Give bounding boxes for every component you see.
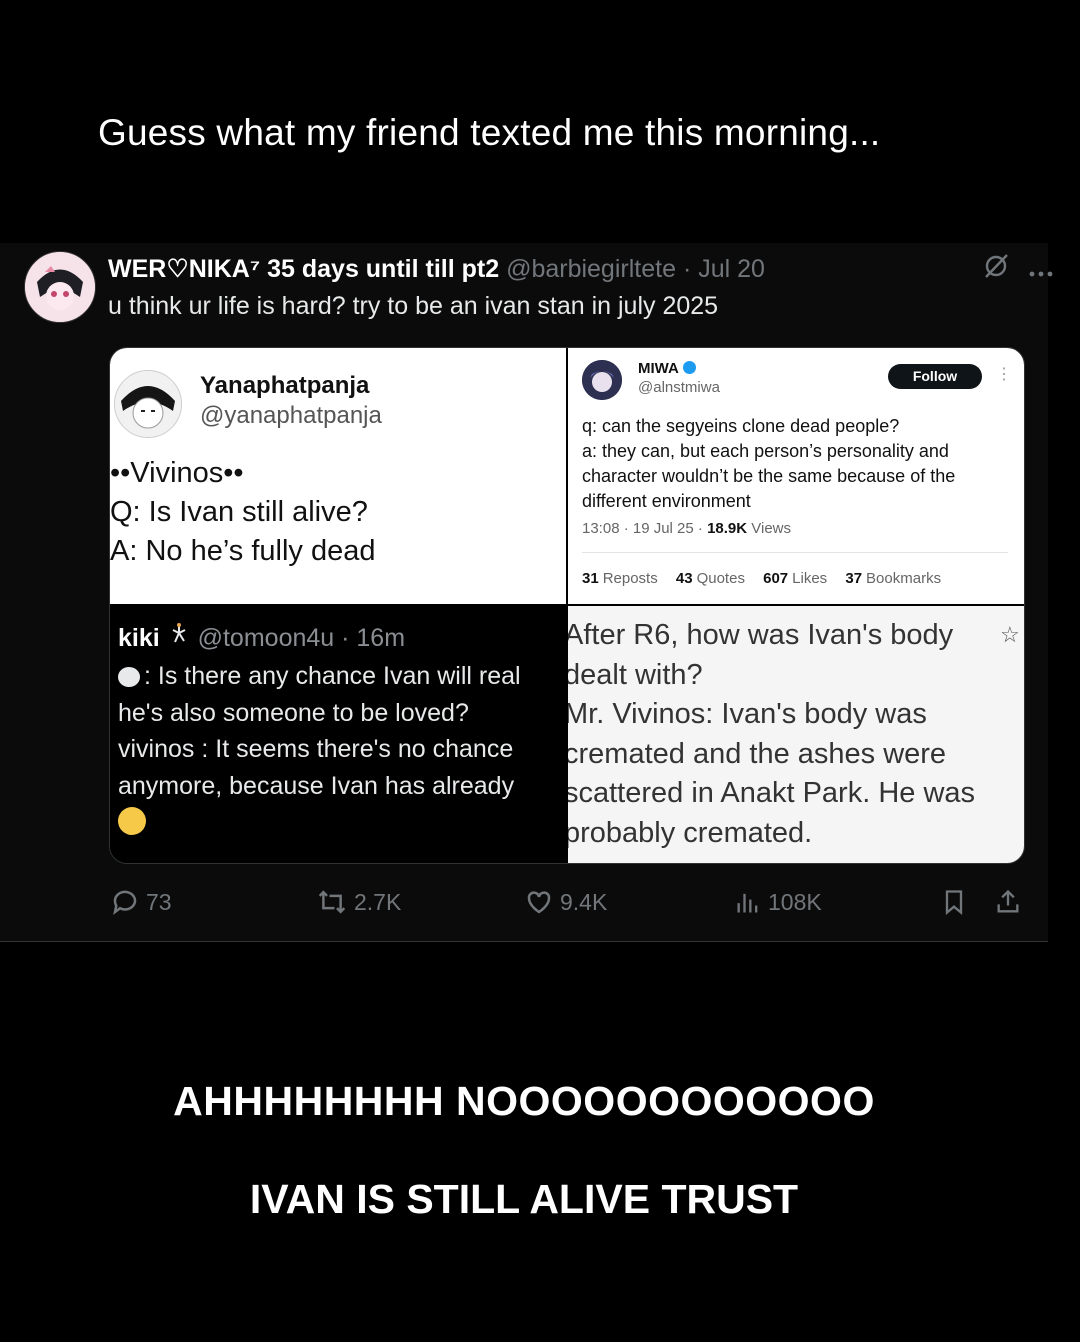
media-panel-kiki[interactable]: kiki @tomoon4u · 16m : Is there any chan…	[110, 606, 566, 863]
stat-likes: 607 Likes	[763, 570, 828, 587]
repost-icon	[318, 890, 346, 914]
views-button[interactable]: 108K	[734, 887, 822, 917]
share-icon	[997, 889, 1019, 913]
reply-count: 73	[146, 888, 172, 915]
shout-caption: AHHHHHHHH NOOOOOOOOOOOO	[173, 1078, 875, 1124]
header-icons	[982, 252, 1054, 287]
media-panel-translation[interactable]: After R6, how was Ivan's body dealt with…	[568, 606, 1024, 863]
panel4-line: Mr. Vivinos: Ivan's body was	[568, 698, 927, 730]
laughing-emoji-icon	[118, 807, 146, 835]
panel3-line	[118, 804, 521, 841]
views-icon	[737, 893, 758, 913]
panel1-line: ••Vivinos••	[110, 457, 244, 489]
panel4-text: After R6, how was Ivan's body dealt with…	[568, 616, 975, 853]
verified-icon	[682, 361, 696, 374]
panel1-line: Q: Is Ivan still alive?	[110, 496, 368, 528]
top-caption: Guess what my friend texted me this morn…	[98, 112, 881, 153]
tweet-actions: 73 2.7K 9.4K 108K	[0, 887, 1048, 921]
panel4-line: probably cremated.	[568, 816, 813, 849]
panel2-text: q: can the segyeins clone dead people? a…	[582, 414, 1012, 514]
speech-bubble-icon	[118, 667, 140, 687]
author-name[interactable]: WER♡NIKA⁷ 35 days until till pt2	[108, 255, 499, 283]
reply-button[interactable]: 73	[110, 887, 172, 917]
panel2-more-icon[interactable]: ⋮	[996, 364, 1012, 384]
tweet-media-grid[interactable]: Yanaphatpanja @yanaphatpanja ••Vivinos••…	[109, 347, 1025, 864]
follow-button[interactable]: Follow	[888, 364, 982, 389]
repost-button[interactable]: 2.7K	[316, 887, 401, 917]
panel2-timestamp: 13:08 · 19 Jul 25 · 18.9K Views	[582, 520, 792, 537]
like-count: 9.4K	[560, 888, 608, 915]
panel1-text: ••Vivinos•• Q: Is Ivan still alive? A: N…	[110, 454, 375, 571]
panel2-stats: 31 Reposts 43 Quotes 607 Likes 37 Bookmarks	[582, 570, 955, 587]
panel2-line: a: they can, but each person’s personali…	[582, 441, 949, 461]
views-count: 108K	[768, 888, 822, 915]
panel1-line: A: No he’s fully dead	[110, 535, 376, 567]
panel3-handle: @tomoon4u · 16m	[197, 624, 406, 652]
panel2-line: character wouldn’t be the same because o…	[582, 466, 956, 486]
tweet-date[interactable]: · Jul 20	[683, 255, 765, 283]
dancer-emoji-icon	[167, 623, 191, 652]
stat-bookmarks: 37 Bookmarks	[845, 570, 942, 587]
tweet-text: u think ur life is hard? try to be an iv…	[108, 292, 719, 320]
panel4-line: cremated and the ashes were	[568, 737, 947, 770]
panel4-line: After R6, how was Ivan's body	[568, 619, 954, 651]
divider	[582, 552, 1008, 553]
panel3-header: kiki @tomoon4u · 16m	[118, 622, 405, 653]
media-panel-yanaphatpanja[interactable]: Yanaphatpanja @yanaphatpanja ••Vivinos••…	[110, 348, 566, 604]
bookmark-button[interactable]	[940, 887, 968, 917]
heart-icon	[527, 891, 551, 914]
panel4-line: scattered in Anakt Park. He was	[568, 777, 976, 809]
panel1-handle: @yanaphatpanja	[200, 402, 382, 429]
reply-icon	[113, 890, 137, 915]
panel3-line: : Is there any chance Ivan will real	[118, 658, 521, 695]
panel1-name: Yanaphatpanja	[200, 372, 370, 399]
panel4-line: dealt with?	[568, 658, 703, 691]
panel3-line: anymore, because Ivan has already	[118, 771, 515, 800]
repost-count: 2.7K	[354, 888, 402, 915]
panel3-line: vivinos : It seems there's no chance	[118, 735, 514, 763]
claim-caption: IVAN IS STILL ALIVE TRUST	[249, 1176, 799, 1222]
panel2-handle: @alnstmiwa	[638, 379, 720, 396]
author-avatar[interactable]	[24, 251, 96, 323]
stat-quotes: 43 Quotes	[675, 570, 745, 587]
author-handle[interactable]: @barbiegirltete	[506, 255, 676, 283]
share-button[interactable]	[994, 887, 1022, 917]
tweet-header: WER♡NIKA⁷ 35 days until till pt2 @barbie…	[108, 254, 765, 284]
panel3-line: he's also someone to be loved?	[118, 698, 469, 727]
stat-reposts: 31 Reposts	[582, 570, 658, 587]
yanaphatpanja-avatar	[114, 370, 182, 438]
bookmark-icon	[945, 890, 963, 915]
grok-icon[interactable]	[982, 252, 1010, 287]
panel3-name: kiki	[118, 624, 160, 652]
like-button[interactable]: 9.4K	[524, 887, 607, 917]
panel2-line: q: can the segyeins clone dead people?	[582, 416, 900, 436]
miwa-avatar	[582, 360, 622, 400]
media-panel-miwa[interactable]: MIWA @alnstmiwa Follow ⋮ q: can the segy…	[568, 348, 1024, 604]
panel2-line: different environment	[582, 491, 751, 511]
more-icon[interactable]	[1028, 254, 1054, 285]
star-icon[interactable]: ☆	[1000, 622, 1020, 648]
panel3-text: : Is there any chance Ivan will real he'…	[118, 658, 521, 841]
panel2-name: MIWA	[638, 360, 696, 377]
